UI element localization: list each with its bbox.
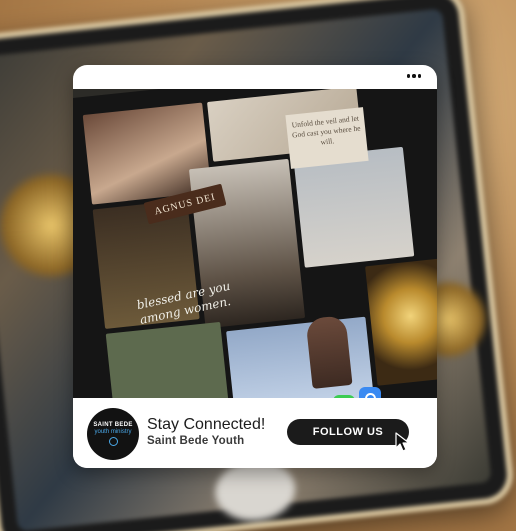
more-options-button[interactable] <box>403 68 425 84</box>
avatar-text-line1: SAINT BEDE <box>93 422 133 428</box>
avatar[interactable]: SAINT BEDE youth ministry <box>87 408 139 460</box>
quote-card: Unfold the veil and let God cast you whe… <box>285 107 369 169</box>
post-title: Stay Connected! <box>147 416 266 433</box>
social-post-card: AGNUS DEI Unfold the veil and let God ca… <box>73 65 437 468</box>
safari-app-icon <box>359 387 381 398</box>
post-image: AGNUS DEI Unfold the veil and let God ca… <box>73 89 437 398</box>
post-footer: SAINT BEDE youth ministry Stay Connected… <box>73 398 437 468</box>
account-name: Saint Bede Youth <box>147 435 245 447</box>
collage-tile-gold <box>365 258 437 386</box>
collage-grid <box>82 89 437 398</box>
statue-figure <box>305 315 353 389</box>
more-horizontal-icon-dot <box>417 74 422 78</box>
avatar-text-line2: youth ministry <box>94 429 132 435</box>
ministry-logo-icon <box>108 437 118 446</box>
follow-button[interactable]: FOLLOW US <box>287 419 409 445</box>
more-horizontal-icon-dot <box>412 74 416 78</box>
card-header <box>73 65 437 89</box>
mouse-pointer-icon <box>395 432 410 452</box>
more-horizontal-icon <box>406 74 411 78</box>
